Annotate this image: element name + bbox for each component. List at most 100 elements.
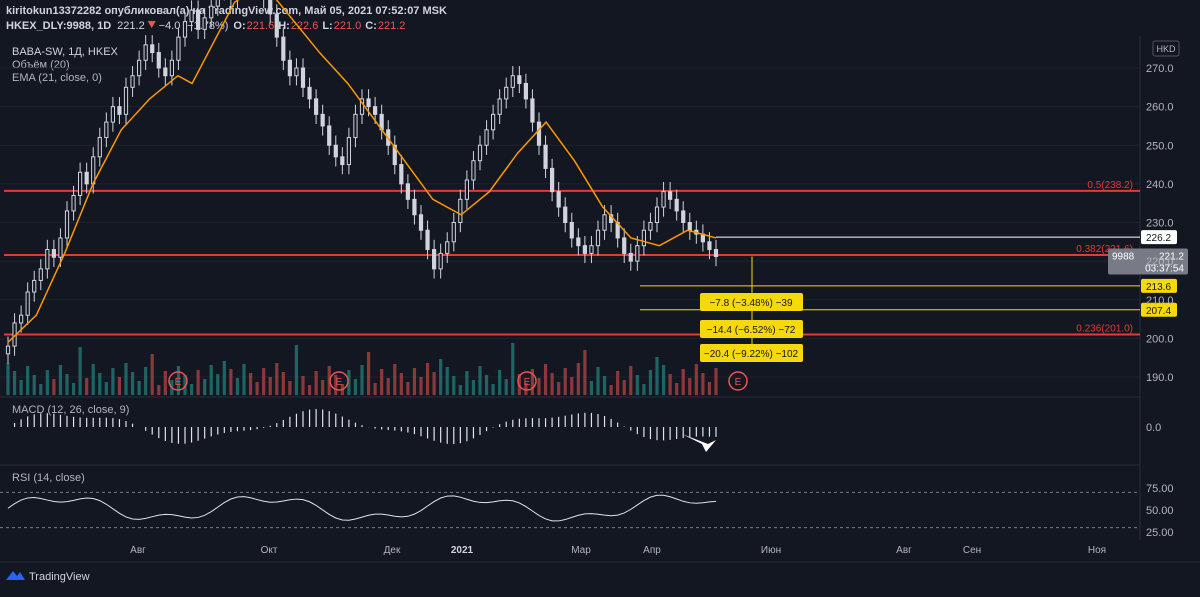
header-symbol: HKEX_DLY:9988, 1D: [6, 20, 111, 32]
macd-title[interactable]: MACD (12, 26, close, 9): [12, 404, 129, 416]
volume-bar: [360, 365, 364, 395]
x-tick-label: Апр: [643, 545, 661, 556]
volume-bar: [511, 343, 515, 395]
candle-body: [71, 194, 76, 212]
candle-body: [38, 268, 43, 281]
candle-body: [510, 75, 515, 88]
volume-bar: [550, 373, 554, 395]
price-mark-label: 213.6: [1146, 282, 1171, 293]
y-tick-label: 250.0: [1146, 140, 1174, 152]
candle-body: [563, 206, 568, 224]
earnings-marker-label: E: [735, 377, 742, 388]
volume-bar: [111, 368, 115, 395]
volume-bar: [294, 345, 299, 395]
y-tick-label: 210.0: [1146, 295, 1174, 307]
volume-bar: [6, 363, 10, 395]
volume-bar: [45, 370, 49, 395]
volume-bar: [563, 368, 567, 395]
volume-bar: [668, 374, 672, 395]
candle-body: [543, 144, 548, 169]
x-tick-label: Дек: [384, 545, 401, 556]
candle-body: [307, 86, 312, 100]
candle-body: [484, 129, 489, 146]
volume-bar: [12, 371, 17, 395]
candle-body: [110, 106, 115, 123]
volume-bar: [216, 374, 220, 395]
candle-body: [143, 44, 148, 61]
volume-bar: [412, 368, 417, 395]
earnings-marker-label: E: [336, 377, 343, 388]
candle-body: [648, 222, 653, 231]
volume-bar: [117, 377, 122, 395]
volume-bar: [557, 382, 561, 395]
candle-body: [477, 144, 483, 162]
volume-bar: [543, 364, 548, 395]
x-tick-label: Июн: [761, 545, 781, 556]
x-tick-label: Авг: [130, 545, 146, 556]
volume-bar: [366, 352, 371, 395]
candle-body: [674, 198, 679, 212]
volume-bar: [373, 383, 377, 395]
legend-title[interactable]: BABA-SW, 1Д, HKEX: [12, 46, 119, 58]
volume-bar: [589, 381, 594, 395]
rsi-title[interactable]: RSI (14, close): [12, 472, 85, 484]
volume-bar: [52, 379, 56, 395]
volume-bar: [196, 370, 200, 395]
candle-body: [130, 75, 135, 88]
volume-bar: [150, 354, 154, 395]
candle-body: [471, 160, 476, 181]
legend-volume[interactable]: Объём (20): [12, 59, 70, 71]
candle-body: [209, 5, 214, 19]
header-ohlc-key: O:: [233, 20, 245, 32]
candle-body: [576, 237, 581, 247]
volume-bar: [393, 364, 397, 395]
candle-body: [661, 191, 666, 208]
volume-bar: [71, 383, 76, 395]
candle-body: [451, 222, 456, 243]
candle-body: [595, 229, 601, 247]
legend-ema[interactable]: EMA (21, close, 0): [12, 72, 102, 84]
candle-body: [327, 125, 332, 146]
volume-bar: [281, 372, 285, 395]
volume-bar: [498, 370, 502, 395]
volume-bar: [229, 369, 233, 395]
candle-body: [681, 210, 686, 224]
candle-body: [163, 67, 168, 77]
rsi-tick-label: 75.00: [1146, 483, 1174, 495]
candle-body: [713, 249, 719, 257]
y-tick-label: 260.0: [1146, 102, 1174, 114]
candle-body: [274, 13, 279, 38]
candle-body: [268, 0, 273, 15]
candle-body: [464, 179, 469, 200]
candle-body: [497, 98, 502, 115]
volume-bar: [242, 364, 246, 395]
candle-body: [189, 9, 194, 23]
candle-body: [123, 86, 129, 115]
x-tick-label: Мар: [571, 545, 591, 556]
volume-bar: [478, 366, 482, 395]
measure-label: −14.4 (−6.52%) −72: [707, 325, 796, 336]
volume-bar: [209, 365, 213, 395]
candle-body: [438, 252, 443, 270]
volume-bar: [661, 365, 666, 395]
brand-label[interactable]: TradingView: [29, 571, 90, 583]
x-tick-label: Окт: [261, 545, 278, 556]
rsi-tick-label: 50.00: [1146, 505, 1174, 517]
candle-body: [517, 75, 522, 84]
candle-body: [405, 183, 410, 200]
candle-body: [215, 0, 220, 7]
current-price-ticker: 9988: [1112, 251, 1135, 262]
volume-bar: [570, 377, 574, 395]
volume-bar: [189, 384, 194, 395]
volume-bar: [137, 381, 141, 395]
volume-bar: [85, 378, 89, 395]
candle-body: [156, 52, 161, 69]
measure-label: −20.4 (−9.22%) −102: [704, 349, 799, 360]
candle-body: [425, 229, 430, 251]
candle-body: [523, 82, 528, 100]
volume-bar: [144, 367, 148, 395]
fib-level-label: 0.5(238.2): [1087, 180, 1133, 191]
volume-bar: [707, 382, 712, 395]
volume-bar: [262, 368, 266, 395]
candle-body: [169, 59, 174, 77]
